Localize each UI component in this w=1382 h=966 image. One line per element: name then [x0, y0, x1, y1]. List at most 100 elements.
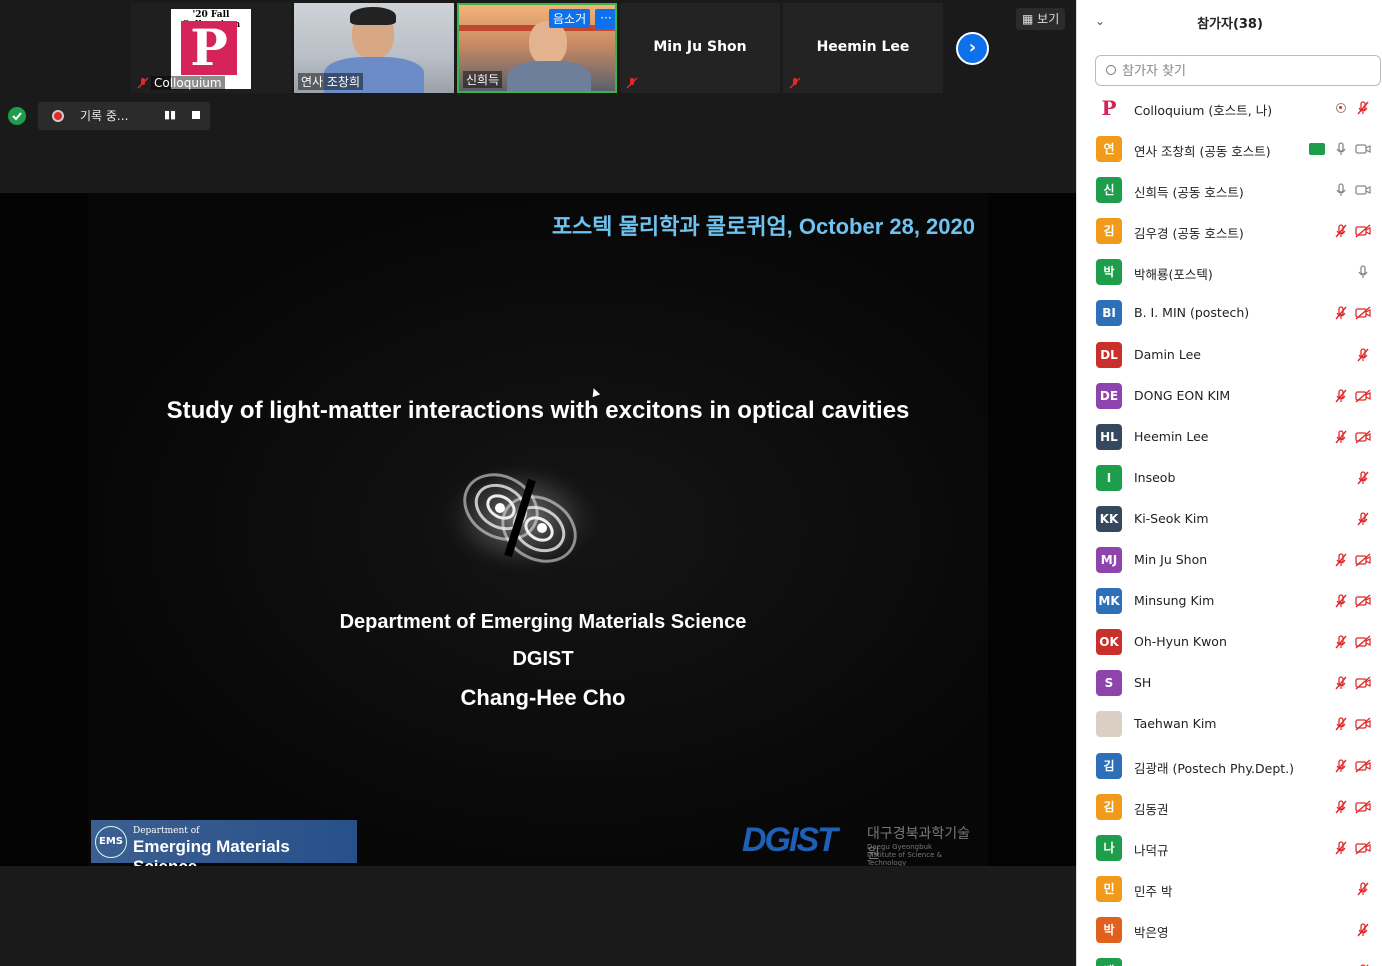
participant-row[interactable]: DL Damin Lee — [1077, 335, 1382, 376]
video-tile-colloquium[interactable]: '20 Fall Colloquium P Colloquium — [131, 3, 291, 93]
participant-row[interactable]: 연 연사 조창희 (공동 호스트) — [1077, 129, 1382, 170]
participant-row[interactable]: 김 김우경 (공동 호스트) — [1077, 211, 1382, 252]
participant-avatar: OK — [1096, 629, 1122, 656]
participant-name: 박해룡(포스텍) — [1134, 267, 1213, 283]
screen-share-icon — [1309, 143, 1325, 156]
participant-row[interactable]: 배배하준 — [1077, 951, 1382, 966]
participant-avatar: S — [1096, 670, 1122, 697]
participant-row[interactable]: S SH — [1077, 663, 1382, 704]
video-icon[interactable] — [1355, 182, 1371, 198]
participant-name: B. I. MIN (postech) — [1134, 305, 1250, 321]
recording-icon — [1336, 103, 1346, 113]
participant-name: Min Ju Shon — [1134, 552, 1208, 568]
participant-row[interactable]: OK Oh-Hyun Kwon — [1077, 622, 1382, 663]
participant-row[interactable]: 박 박해룡(포스텍) — [1077, 252, 1382, 293]
participant-row[interactable]: MK Minsung Kim — [1077, 581, 1382, 622]
logo-letter: P — [181, 21, 237, 75]
participant-row[interactable]: 박 박은영 — [1077, 910, 1382, 951]
video-off-icon[interactable] — [1355, 429, 1371, 445]
mic-muted-icon[interactable] — [1333, 429, 1349, 445]
more-options-button[interactable]: ··· — [595, 9, 615, 29]
participant-row[interactable]: 민 민주 박 — [1077, 869, 1382, 910]
mic-muted-icon[interactable] — [1355, 922, 1371, 938]
mic-muted-icon[interactable] — [1333, 634, 1349, 650]
participant-row[interactable]: Taehwan Kim — [1077, 704, 1382, 745]
participant-name: Oh-Hyun Kwon — [1134, 634, 1227, 650]
mic-icon[interactable] — [1333, 141, 1349, 157]
mic-muted-icon — [137, 77, 149, 89]
participant-name: 민주 박 — [1134, 883, 1173, 899]
participant-avatar: 김 — [1096, 793, 1122, 820]
video-off-icon[interactable] — [1355, 593, 1371, 609]
video-tile-heemin-lee[interactable]: Heemin Lee — [783, 3, 943, 93]
participant-name: 김동권 — [1134, 801, 1169, 817]
video-off-icon[interactable] — [1355, 552, 1371, 568]
participant-row[interactable]: MJ Min Ju Shon — [1077, 540, 1382, 581]
mic-muted-icon[interactable] — [1333, 840, 1349, 856]
mic-muted-icon[interactable] — [1355, 511, 1371, 527]
mic-muted-icon[interactable] — [1333, 758, 1349, 774]
participant-row[interactable]: I Inseob — [1077, 458, 1382, 499]
mic-muted-icon[interactable] — [1333, 223, 1349, 239]
video-tile-speaker-cho[interactable]: 연사 조창희 — [294, 3, 454, 93]
video-tile-min-ju-shon[interactable]: Min Ju Shon — [620, 3, 780, 93]
search-icon — [1106, 65, 1116, 75]
participant-row[interactable]: HL Heemin Lee — [1077, 417, 1382, 458]
participant-name: DONG EON KIM — [1134, 387, 1231, 403]
department-logo: EMS Department of Emerging Materials Sci… — [91, 820, 357, 866]
mute-badge-button[interactable]: 음소거 — [549, 9, 591, 28]
mic-muted-icon[interactable] — [1333, 305, 1349, 321]
participant-name: Damin Lee — [1134, 346, 1201, 362]
video-off-icon[interactable] — [1355, 799, 1371, 815]
participant-row[interactable]: 김 김광래 (Postech Phy.Dept.) — [1077, 746, 1382, 787]
participant-name: 김우경 (공동 호스트) — [1134, 226, 1244, 242]
participant-name: 김광래 (Postech Phy.Dept.) — [1134, 760, 1295, 776]
video-off-icon[interactable] — [1355, 634, 1371, 650]
mic-muted-icon[interactable] — [1355, 100, 1371, 116]
video-off-icon[interactable] — [1355, 758, 1371, 774]
participant-name: 박은영 — [1134, 924, 1169, 940]
participant-row[interactable]: 나 나덕규 — [1077, 828, 1382, 869]
video-off-icon[interactable] — [1355, 675, 1371, 691]
participant-search-input[interactable] — [1122, 61, 1372, 81]
mic-muted-icon[interactable] — [1355, 881, 1371, 897]
shared-screen-slide: 포스텍 물리학과 콜로퀴엄, October 28, 2020 Study of… — [0, 193, 1076, 866]
participant-row[interactable]: BI B. I. MIN (postech) — [1077, 293, 1382, 334]
video-off-icon[interactable] — [1355, 716, 1371, 732]
participant-search-box[interactable] — [1095, 55, 1381, 86]
mic-icon[interactable] — [1333, 182, 1349, 198]
mic-muted-icon[interactable] — [1355, 470, 1371, 486]
mic-muted-icon[interactable] — [1333, 799, 1349, 815]
participant-name: SH — [1134, 675, 1152, 691]
participant-row[interactable]: P Colloquium (호스트, 나) — [1077, 88, 1382, 129]
slide-title: Study of light-matter interactions with … — [166, 397, 910, 424]
video-off-icon[interactable] — [1355, 388, 1371, 404]
video-off-icon[interactable] — [1355, 223, 1371, 239]
panel-title: 참가자(38) — [1197, 17, 1263, 32]
video-icon[interactable] — [1355, 141, 1371, 157]
participant-name: Taehwan Kim — [1134, 716, 1217, 732]
stop-recording-button[interactable] — [192, 111, 200, 119]
participant-name: 나덕규 — [1134, 842, 1169, 858]
participant-row[interactable]: KK Ki-Seok Kim — [1077, 499, 1382, 540]
pause-recording-button[interactable]: ▮▮ — [164, 108, 176, 121]
view-toggle-button[interactable]: ▦ 보기 — [1016, 8, 1066, 30]
participant-row[interactable]: 신 신희득 (공동 호스트) — [1077, 170, 1382, 211]
next-page-button[interactable]: › — [956, 32, 989, 65]
security-shield-icon[interactable] — [8, 107, 26, 125]
participant-avatar: 신 — [1096, 177, 1122, 204]
mic-muted-icon[interactable] — [1333, 593, 1349, 609]
dgist-mark: DGIST — [742, 821, 838, 859]
video-off-icon[interactable] — [1355, 305, 1371, 321]
mic-icon[interactable] — [1355, 264, 1371, 280]
video-tile-active-speaker[interactable]: 음소거 ··· 신희득 — [457, 3, 617, 93]
main-view: '20 Fall Colloquium P Colloquium 연사 조창희 … — [0, 0, 1076, 966]
video-off-icon[interactable] — [1355, 840, 1371, 856]
mic-muted-icon[interactable] — [1333, 388, 1349, 404]
mic-muted-icon[interactable] — [1355, 347, 1371, 363]
participant-row[interactable]: DE DONG EON KIM — [1077, 376, 1382, 417]
mic-muted-icon[interactable] — [1333, 675, 1349, 691]
mic-muted-icon[interactable] — [1333, 552, 1349, 568]
mic-muted-icon[interactable] — [1333, 716, 1349, 732]
participant-row[interactable]: 김 김동권 — [1077, 787, 1382, 828]
